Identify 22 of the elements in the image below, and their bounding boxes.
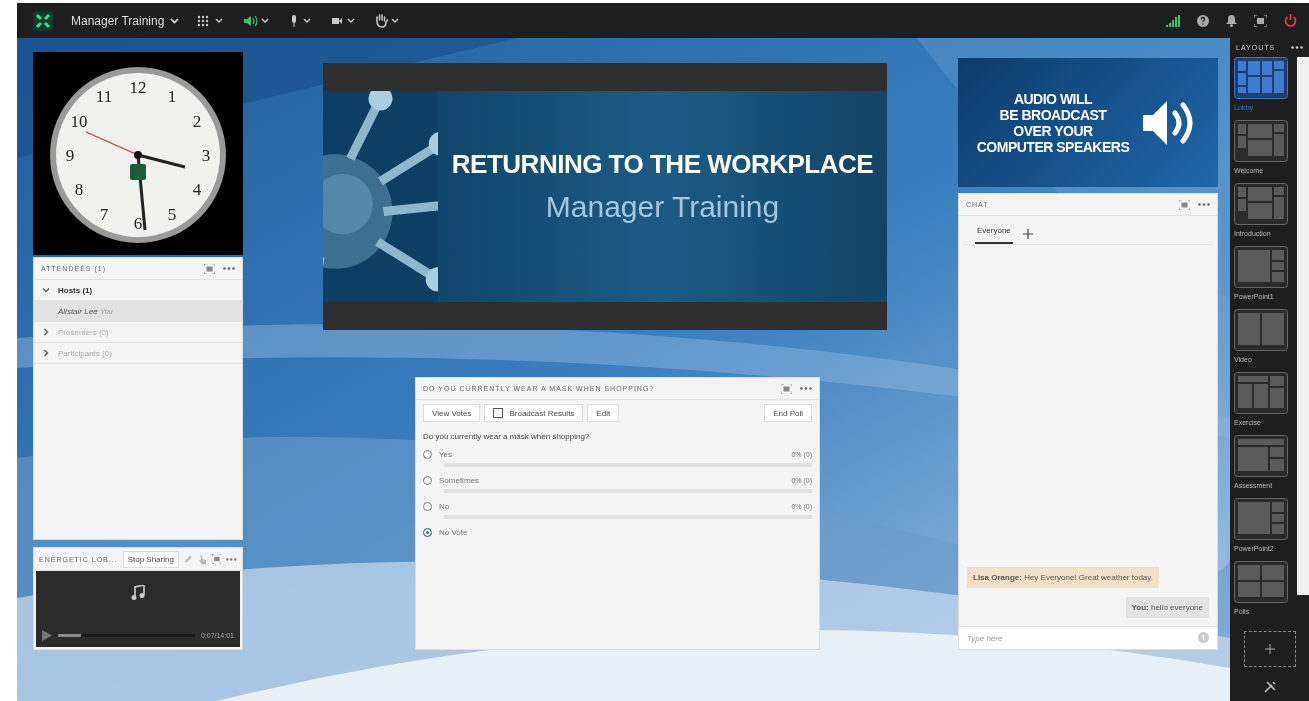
layout-thumbnail[interactable] [1234,372,1288,414]
layout-thumbnail[interactable] [1234,183,1288,225]
layout-thumbnail[interactable] [1234,309,1288,351]
more-icon[interactable] [1291,46,1303,49]
layout-thumbnail[interactable] [1234,246,1288,288]
chevron-down-icon [170,17,180,24]
help-icon[interactable] [1197,14,1209,27]
scrollbar[interactable] [1297,57,1309,595]
bell-icon[interactable] [1226,14,1237,27]
plus-icon [1264,644,1275,654]
tools-icon[interactable] [1263,681,1276,693]
layout-thumbnail[interactable] [1234,120,1288,162]
meeting-menu[interactable]: Manager Training [71,13,180,28]
signal-icon[interactable] [1166,14,1180,27]
logo-icon[interactable] [33,10,53,31]
fullscreen-icon[interactable] [1254,14,1267,27]
power-icon[interactable] [1284,14,1297,27]
add-layout-button[interactable] [1243,631,1296,667]
layout-thumbnail[interactable] [1234,498,1288,540]
layout-thumbnail[interactable] [1234,435,1288,477]
layout-thumbnail[interactable] [1234,57,1288,99]
layout-thumbnail[interactable] [1234,561,1288,603]
